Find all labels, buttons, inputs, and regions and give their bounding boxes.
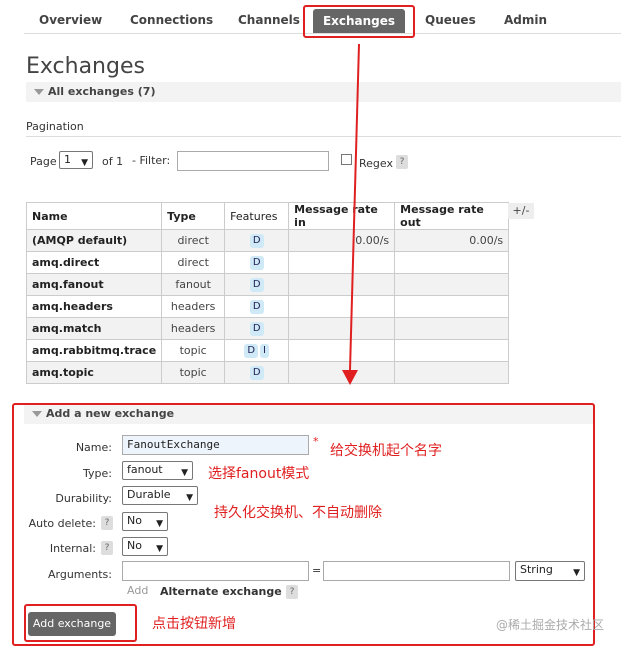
durable-badge: D xyxy=(249,278,264,292)
exchange-type: fanout xyxy=(161,273,226,296)
durable-badge: D xyxy=(244,344,259,358)
table-row[interactable]: amq.topic topic D xyxy=(25,361,510,384)
exchange-name-link[interactable]: amq.fanout xyxy=(25,273,163,296)
table-row[interactable]: (AMQP default) direct D 0.00/s 0.00/s xyxy=(25,229,510,252)
column-header-features: Features xyxy=(224,202,290,230)
rate-out xyxy=(394,295,510,318)
all-exchanges-toggle[interactable]: All exchanges (7) xyxy=(26,82,621,102)
column-header-type[interactable]: Type xyxy=(161,202,226,230)
nav-tab-admin[interactable]: Admin xyxy=(504,13,547,27)
page-select[interactable]: 1 ▼ xyxy=(59,151,93,169)
feature-cell: D xyxy=(224,295,290,318)
columns-toggle-button[interactable]: +/- xyxy=(508,203,534,219)
exchange-name-link[interactable]: amq.match xyxy=(25,317,163,340)
rate-out xyxy=(394,251,510,274)
exchange-type: direct xyxy=(161,251,226,274)
rate-out: 0.00/s xyxy=(394,229,510,252)
regex-help-icon[interactable]: ? xyxy=(396,155,408,169)
filter-input[interactable] xyxy=(177,151,329,171)
durable-badge: D xyxy=(249,322,264,336)
page-label: Page xyxy=(30,155,57,168)
annotation-button: 点击按钮新增 xyxy=(152,616,236,632)
rate-out xyxy=(394,339,510,362)
pagination-heading: Pagination xyxy=(26,120,84,133)
annotation-name: 给交换机起个名字 xyxy=(330,443,442,459)
page-title: Exchanges xyxy=(26,54,145,79)
feature-cell: DI xyxy=(224,339,290,362)
highlight-add-button xyxy=(24,604,137,642)
durable-badge: D xyxy=(249,234,264,248)
table-row[interactable]: amq.fanout fanout D xyxy=(25,273,510,296)
rate-out xyxy=(394,273,510,296)
nav-tab-channels[interactable]: Channels xyxy=(238,13,300,27)
nav-tab-connections[interactable]: Connections xyxy=(130,13,213,27)
feature-cell: D xyxy=(224,229,290,252)
highlight-exchanges-tab xyxy=(303,5,415,38)
page-select-value: 1 xyxy=(64,153,71,166)
feature-cell: D xyxy=(224,317,290,340)
internal-badge: I xyxy=(260,344,269,358)
chevron-down-icon: ▼ xyxy=(81,158,88,168)
exchange-type: headers xyxy=(161,317,226,340)
annotation-durability: 持久化交换机、不自动删除 xyxy=(214,505,382,521)
exchange-type: headers xyxy=(161,295,226,318)
annotation-type: 选择fanout模式 xyxy=(208,466,310,482)
durable-badge: D xyxy=(249,256,264,270)
feature-cell: D xyxy=(224,361,290,384)
exchange-name-link[interactable]: amq.direct xyxy=(25,251,163,274)
filter-label: - Filter: xyxy=(132,154,171,167)
watermark: @稀土掘金技术社区 xyxy=(495,618,604,632)
exchange-type: topic xyxy=(161,361,226,384)
exchange-name-link[interactable]: amq.rabbitmq.trace xyxy=(25,339,163,362)
column-header-rate-out[interactable]: Message rate out xyxy=(394,202,510,230)
rate-out xyxy=(394,361,510,384)
feature-cell: D xyxy=(224,251,290,274)
exchange-name-link[interactable]: (AMQP default) xyxy=(25,229,163,252)
column-header-name[interactable]: Name xyxy=(25,202,163,230)
table-row[interactable]: amq.match headers D xyxy=(25,317,510,340)
rate-out xyxy=(394,317,510,340)
table-row[interactable]: amq.direct direct D xyxy=(25,251,510,274)
exchange-name-link[interactable]: amq.headers xyxy=(25,295,163,318)
exchange-name-link[interactable]: amq.topic xyxy=(25,361,163,384)
exchange-type: topic xyxy=(161,339,226,362)
table-row[interactable]: amq.rabbitmq.trace topic DI xyxy=(25,339,510,362)
exchanges-table: Name Type Features Message rate in Messa… xyxy=(25,202,510,384)
nav-tab-overview[interactable]: Overview xyxy=(39,13,102,27)
page-of-label: of 1 xyxy=(102,155,124,168)
red-arrow-icon xyxy=(342,43,360,385)
all-exchanges-label: All exchanges (7) xyxy=(48,85,156,98)
feature-cell: D xyxy=(224,273,290,296)
collapse-triangle-icon xyxy=(34,89,44,95)
pagination-divider xyxy=(26,136,621,137)
durable-badge: D xyxy=(249,300,264,314)
table-row[interactable]: amq.headers headers D xyxy=(25,295,510,318)
nav-tab-queues[interactable]: Queues xyxy=(425,13,476,27)
durable-badge: D xyxy=(249,366,264,380)
exchange-type: direct xyxy=(161,229,226,252)
